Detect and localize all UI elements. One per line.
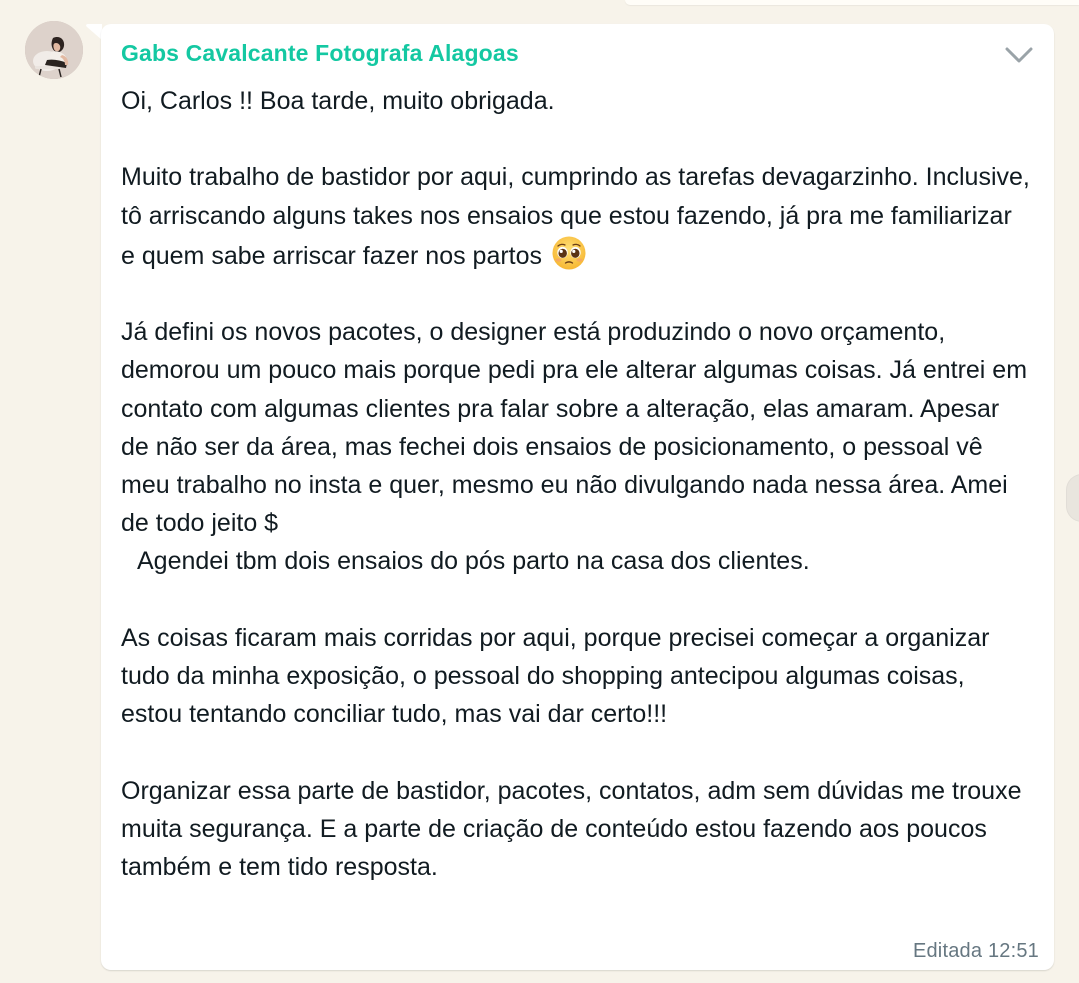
message-time: 12:51 [987, 940, 1039, 962]
message-paragraph: As coisas ficaram mais corridas por aqui… [121, 623, 990, 729]
message-paragraph: Oi, Carlos !! Boa tarde, muito obrigada. [121, 87, 555, 115]
bubble-tail [86, 24, 102, 40]
pleading-face-emoji [552, 236, 586, 270]
previous-message-edge [625, 0, 1079, 5]
message-bubble[interactable]: Gabs Cavalcante Fotografa Alagoas Oi, Ca… [101, 24, 1054, 970]
edited-label: Editada [912, 940, 983, 962]
avatar-photo [25, 21, 83, 79]
sender-name[interactable]: Gabs Cavalcante Fotografa Alagoas [121, 40, 519, 67]
message-meta: Editada 12:51 [913, 940, 1039, 963]
message-paragraph: Organizar essa parte de bastidor, pacote… [121, 776, 1022, 881]
message-paragraph: Já defini os novos pacotes, o designer e… [121, 318, 1028, 538]
scroll-to-bottom-button[interactable] [1066, 474, 1079, 522]
message-paragraph: Muito trabalho de bastidor por aqui, cum… [121, 163, 1030, 270]
avatar[interactable] [25, 21, 83, 79]
chevron-down-icon[interactable] [1002, 42, 1036, 68]
message-paragraph: Agendei tbm dois ensaios do pós parto na… [137, 547, 810, 576]
message-text: Oi, Carlos !! Boa tarde, muito obrigada.… [121, 82, 1031, 886]
